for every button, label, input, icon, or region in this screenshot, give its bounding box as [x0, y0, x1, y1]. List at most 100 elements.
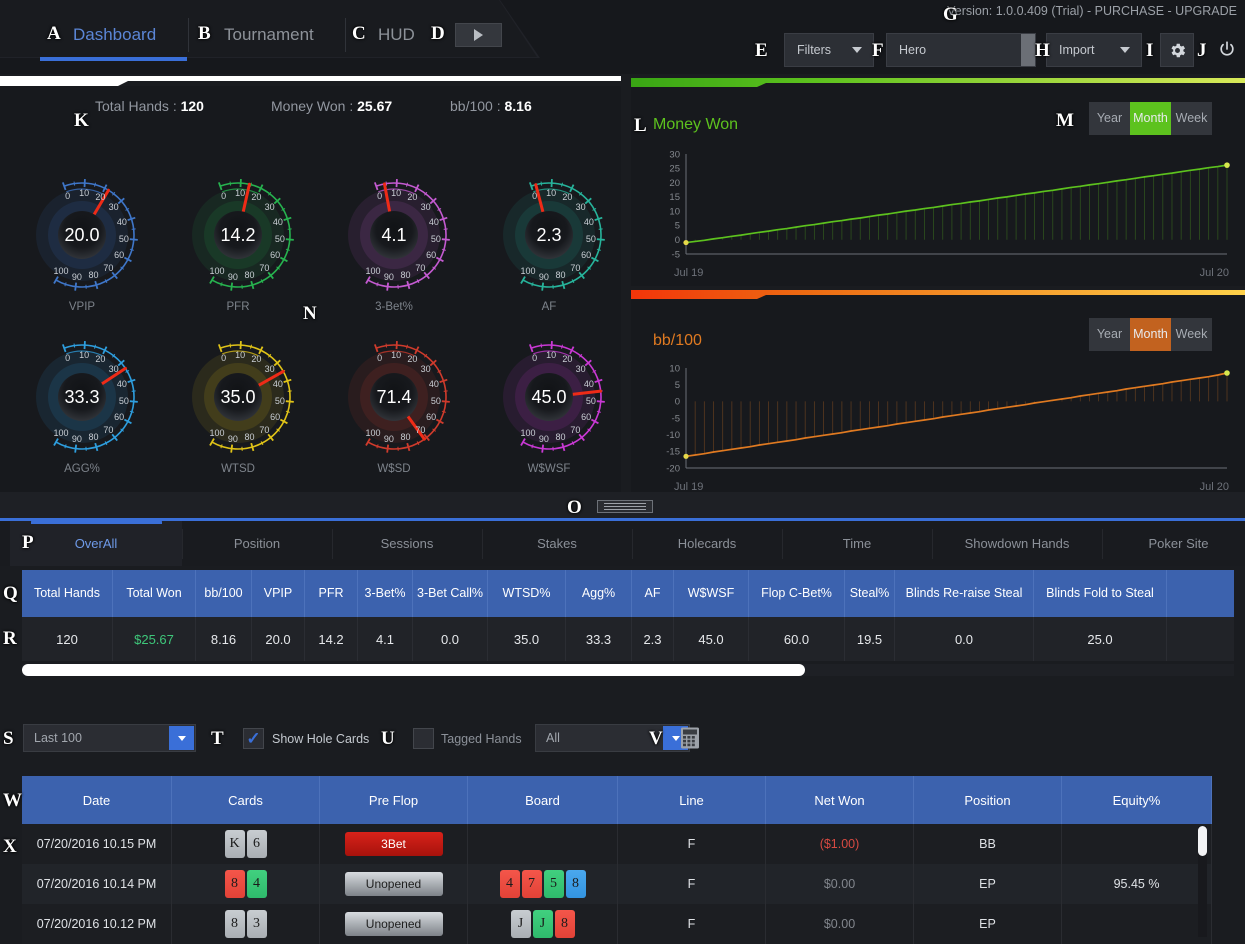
annotation-marker-r: R [3, 628, 17, 650]
money-won-chart-card: Money Won YearMonthWeek 302520151050-5Ju… [631, 78, 1245, 286]
stats-column-header[interactable]: W$WSF [674, 570, 749, 617]
stats-tab-position[interactable]: Position [182, 521, 332, 566]
check-icon: ✓ [246, 730, 260, 747]
stats-column-header[interactable]: Blinds Re-raise Steal [895, 570, 1034, 617]
stats-column-header[interactable]: Agg% [566, 570, 632, 617]
stats-tab-divider [632, 529, 633, 559]
range-button-month[interactable]: Month [1130, 318, 1171, 351]
stats-column-header[interactable]: Steal% [845, 570, 895, 617]
tagged-hands-checkbox[interactable] [413, 728, 434, 749]
summary-row: Total Hands : 120 Money Won : 25.67 bb/1… [0, 98, 621, 126]
hands-column-header[interactable]: Board [468, 776, 618, 824]
gauge-tick-label: 10 [388, 350, 404, 360]
settings-button[interactable] [1160, 33, 1194, 67]
hands-column-header[interactable]: Equity% [1062, 776, 1212, 824]
tagged-hands-value: All [536, 731, 560, 745]
tagged-hands-select[interactable]: All [535, 724, 690, 752]
chevron-down-icon[interactable] [169, 726, 194, 750]
tab-tournament[interactable]: Tournament [224, 20, 314, 50]
gauge-tick-label: 30 [418, 202, 434, 212]
active-tab-underline [40, 57, 187, 61]
hand-board [468, 824, 618, 864]
range-button-month[interactable]: Month [1130, 102, 1171, 135]
stats-column-header[interactable]: AF [632, 570, 674, 617]
hands-column-header[interactable]: Position [914, 776, 1062, 824]
filters-dropdown[interactable]: Filters [784, 33, 874, 67]
stats-tab-sessions[interactable]: Sessions [332, 521, 482, 566]
gauge-tick-label: 30 [573, 202, 589, 212]
hands-column-header[interactable]: Line [618, 776, 766, 824]
gauge-tick-label: 60 [111, 412, 127, 422]
gauge-tick-label: 30 [106, 364, 122, 374]
stats-table-hscrollbar[interactable] [22, 664, 1234, 676]
hands-column-header[interactable]: Net Won [766, 776, 914, 824]
stats-tab-poker-site[interactable]: Poker Site [1102, 521, 1245, 566]
gauge-tick-label: 20 [404, 192, 420, 202]
stats-table-hscroll-thumb[interactable] [22, 664, 805, 676]
equity-calculator-button[interactable] [678, 726, 702, 750]
stats-column-header[interactable]: Total Hands [22, 570, 113, 617]
hands-column-header[interactable]: Cards [172, 776, 320, 824]
hand-date: 07/20/2016 10.12 PM [22, 904, 172, 944]
gauge-tick-label: 90 [381, 434, 397, 444]
y-axis-tick-label: -20 [666, 463, 680, 474]
gauge-label: W$WSF [484, 463, 614, 475]
exit-button[interactable] [1212, 33, 1242, 67]
hud-play-button[interactable] [455, 23, 502, 47]
gauge-tick-label: 60 [423, 412, 439, 422]
stats-column-header[interactable]: WTSD% [488, 570, 566, 617]
hands-table-vscrollbar[interactable] [1198, 826, 1207, 937]
gauge-tick-label: 20 [92, 354, 108, 364]
stats-column-header[interactable]: Flop C-Bet% [749, 570, 845, 617]
stats-column-header[interactable]: VPIP [252, 570, 305, 617]
stats-tab-stakes[interactable]: Stakes [482, 521, 632, 566]
gauge-tick-label: 100 [209, 266, 225, 276]
hero-select[interactable]: Hero [886, 33, 1036, 67]
hand-hole-cards: 84 [172, 864, 320, 904]
stats-tab-divider [932, 529, 933, 559]
stats-cell: 2.3 [632, 617, 674, 661]
y-axis-tick-label: 15 [669, 192, 680, 203]
range-button-week[interactable]: Week [1171, 102, 1212, 135]
stats-column-header[interactable]: 3-Bet% [358, 570, 413, 617]
version-link[interactable]: Version: 1.0.0.409 (Trial) - PURCHASE - … [947, 4, 1237, 18]
hand-row[interactable]: 07/20/2016 10.14 PM84Unopened4758F$0.00E… [22, 864, 1212, 904]
hand-count-select[interactable]: Last 100 [23, 724, 196, 752]
gauge-tick-label: 50 [583, 396, 599, 406]
stats-column-header[interactable]: bb/100 [196, 570, 252, 617]
range-button-week[interactable]: Week [1171, 318, 1212, 351]
range-button-year[interactable]: Year [1089, 102, 1130, 135]
tab-hud[interactable]: HUD [378, 20, 415, 50]
splitter-grip[interactable] [597, 500, 653, 513]
stats-column-header[interactable]: PFR [305, 570, 358, 617]
chevron-down-icon [1120, 47, 1130, 53]
stats-tab-overall[interactable]: OverAll [10, 521, 182, 566]
gauge-value: 2.3 [525, 211, 573, 259]
hand-row[interactable]: 07/20/2016 10.12 PM83UnopenedJJ8F$0.00EP [22, 904, 1212, 944]
show-hole-cards-checkbox[interactable]: ✓ [243, 728, 264, 749]
hands-column-header[interactable]: Date [22, 776, 172, 824]
hand-preflop-action: 3Bet [320, 824, 468, 864]
stats-tab-time[interactable]: Time [782, 521, 932, 566]
hero-scrollbar[interactable] [1021, 34, 1035, 66]
stats-tab-showdown-hands[interactable]: Showdown Hands [932, 521, 1102, 566]
gauge-tick-label: 10 [76, 350, 92, 360]
range-button-year[interactable]: Year [1089, 318, 1130, 351]
hands-column-header[interactable]: Pre Flop [320, 776, 468, 824]
tab-dashboard[interactable]: Dashboard [73, 20, 156, 50]
gauge-value: 14.2 [214, 211, 262, 259]
gauge-label: W$SD [329, 463, 459, 475]
gauge-tick-label: 100 [520, 428, 536, 438]
gauge-tick-label: 60 [423, 250, 439, 260]
hand-equity: 95.45 % [1062, 864, 1212, 904]
gauge-tick-label: 20 [248, 354, 264, 364]
playing-card: 8 [225, 870, 245, 898]
stats-column-header[interactable]: 3-Bet Call% [413, 570, 488, 617]
stats-column-header[interactable]: Blinds Fold to Steal [1034, 570, 1167, 617]
hands-table-vscroll-thumb[interactable] [1198, 826, 1207, 856]
stats-column-header[interactable]: Total Won [113, 570, 196, 617]
stats-tab-holecards[interactable]: Holecards [632, 521, 782, 566]
x-axis-end-label: Jul 20 [1200, 267, 1229, 279]
hand-row[interactable]: 07/20/2016 10.15 PMK63BetF($1.00)BB [22, 824, 1212, 864]
import-dropdown[interactable]: Import [1046, 33, 1142, 67]
